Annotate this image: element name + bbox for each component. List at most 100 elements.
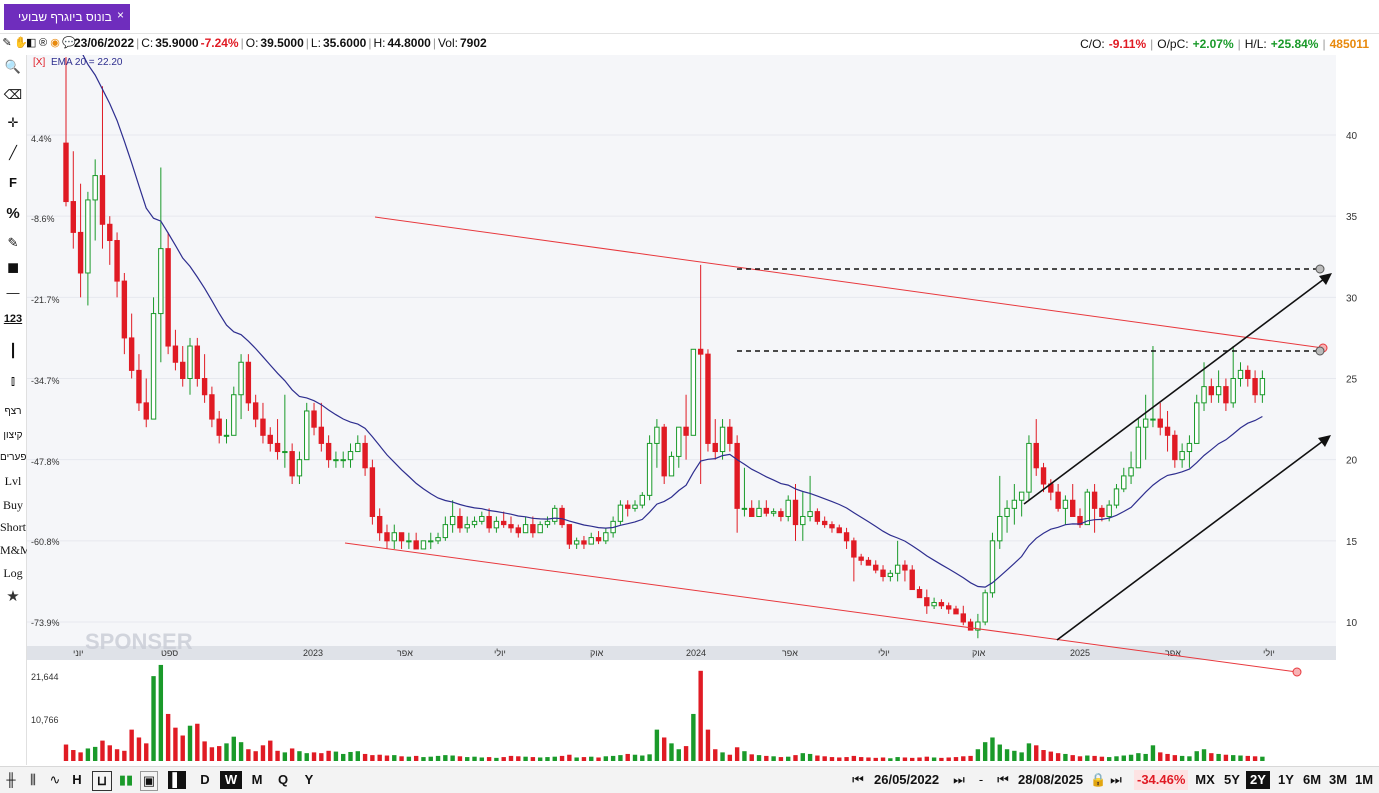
colored-candles-icon[interactable]: ▮▮ [116, 771, 136, 789]
trademark-icon[interactable]: ® [38, 37, 48, 49]
line-style-icon[interactable]: ∿ [46, 771, 64, 789]
candle[interactable] [1026, 442, 1032, 493]
chart-area[interactable]: 4.4% -8.6% -21.7% -34.7% -47.8% -60.8% -73.9% … [27, 4, 1336, 765]
candle[interactable] [902, 564, 908, 571]
candle[interactable] [296, 459, 303, 477]
candle[interactable] [785, 499, 791, 517]
candle[interactable] [573, 540, 580, 545]
candle[interactable] [566, 524, 573, 545]
candle[interactable] [1172, 434, 1178, 461]
candle[interactable] [172, 345, 179, 363]
candle[interactable] [1062, 499, 1069, 509]
lock-icon[interactable]: 🔒 [1090, 771, 1106, 789]
candle[interactable] [763, 507, 770, 514]
candle[interactable] [245, 361, 252, 404]
candle[interactable] [63, 142, 69, 203]
range-max-button[interactable]: MX [1192, 771, 1218, 789]
candle[interactable] [1252, 378, 1258, 396]
interval-intraday-icon[interactable]: ▌ [168, 771, 186, 789]
percent-icon[interactable]: % [0, 205, 26, 222]
candle[interactable] [1194, 402, 1200, 444]
line-tool-icon[interactable]: ╱ [0, 145, 26, 161]
candle[interactable] [1055, 491, 1061, 509]
candle[interactable] [92, 175, 98, 201]
candle[interactable] [194, 345, 201, 379]
candle[interactable] [1223, 386, 1229, 404]
candle[interactable] [515, 527, 521, 534]
candle[interactable] [792, 499, 799, 526]
candle[interactable] [625, 504, 631, 509]
candle[interactable] [121, 280, 128, 339]
candles-icon[interactable]: ⫾ [0, 373, 26, 389]
candle[interactable] [552, 507, 558, 522]
candle[interactable] [1084, 491, 1090, 526]
sequence-button[interactable]: רצף [0, 406, 26, 417]
candle[interactable] [960, 613, 966, 623]
candle[interactable] [1164, 426, 1171, 436]
buy-button[interactable]: Buy [0, 498, 26, 513]
candle[interactable] [442, 524, 449, 539]
candle[interactable] [530, 524, 536, 534]
candle[interactable] [333, 459, 339, 462]
candle[interactable] [887, 572, 894, 578]
candle[interactable] [136, 369, 142, 404]
candle[interactable] [238, 361, 244, 396]
candle[interactable] [216, 418, 222, 436]
candle[interactable] [486, 515, 492, 529]
candle[interactable] [1150, 418, 1156, 421]
gaps-button[interactable]: פערים [0, 452, 26, 463]
candle[interactable] [231, 394, 237, 436]
level-button[interactable]: Lvl [0, 474, 26, 489]
interval-daily-button[interactable]: D [196, 771, 214, 789]
candle[interactable] [989, 540, 996, 594]
candle[interactable] [274, 442, 281, 453]
candle[interactable] [522, 524, 529, 534]
candle[interactable] [369, 467, 376, 517]
candle[interactable] [880, 569, 886, 578]
candle[interactable] [428, 540, 434, 543]
candle[interactable] [267, 434, 273, 444]
candle[interactable] [683, 426, 689, 436]
candle[interactable] [158, 248, 164, 315]
candle[interactable] [107, 223, 113, 242]
edit-icon[interactable]: ✎ [0, 235, 26, 251]
candle[interactable] [938, 602, 945, 607]
candle[interactable] [479, 515, 485, 522]
candle[interactable] [1113, 488, 1120, 506]
candle[interactable] [508, 524, 514, 529]
candle[interactable] [1208, 386, 1215, 396]
chart-tab[interactable]: בונוס ביוגרף שבועי × [4, 4, 130, 30]
candle[interactable] [128, 337, 135, 371]
candle[interactable] [1157, 418, 1163, 428]
candle[interactable] [639, 494, 646, 506]
candle[interactable] [209, 394, 215, 420]
candle[interactable] [836, 527, 842, 534]
candle[interactable] [712, 442, 718, 453]
candle[interactable] [945, 605, 952, 610]
interval-weekly-button[interactable]: W [220, 771, 242, 789]
candle[interactable] [362, 442, 368, 469]
candle[interactable] [406, 540, 412, 543]
range-nav-icon[interactable]: ⏮ [990, 771, 1016, 789]
candle[interactable] [843, 532, 850, 542]
range-end-date[interactable]: 28/08/2025 [1018, 770, 1083, 790]
horizontal-line-icon[interactable]: — [0, 285, 26, 300]
short-button[interactable]: Short [0, 520, 26, 535]
candle[interactable] [1245, 369, 1251, 379]
candle[interactable] [1018, 491, 1025, 501]
candle[interactable] [749, 507, 755, 517]
candle[interactable] [559, 507, 565, 526]
extreme-button[interactable]: קיצון [0, 430, 26, 441]
candle[interactable] [449, 515, 456, 526]
share-icon[interactable]: ◧ [26, 37, 36, 49]
candle[interactable] [289, 451, 295, 477]
candle[interactable] [260, 418, 266, 436]
candle[interactable] [1004, 507, 1010, 517]
candle[interactable] [646, 442, 653, 496]
candle[interactable] [1091, 491, 1098, 509]
price-chart[interactable]: 4.4%-8.6%-21.7%-34.7%-47.8%-60.8%-73.9% … [27, 4, 1336, 765]
first-page-icon[interactable]: ⏮ [846, 771, 870, 789]
target-icon[interactable]: ◉ [50, 37, 60, 49]
candle[interactable] [1040, 467, 1047, 485]
candle[interactable] [347, 451, 354, 461]
